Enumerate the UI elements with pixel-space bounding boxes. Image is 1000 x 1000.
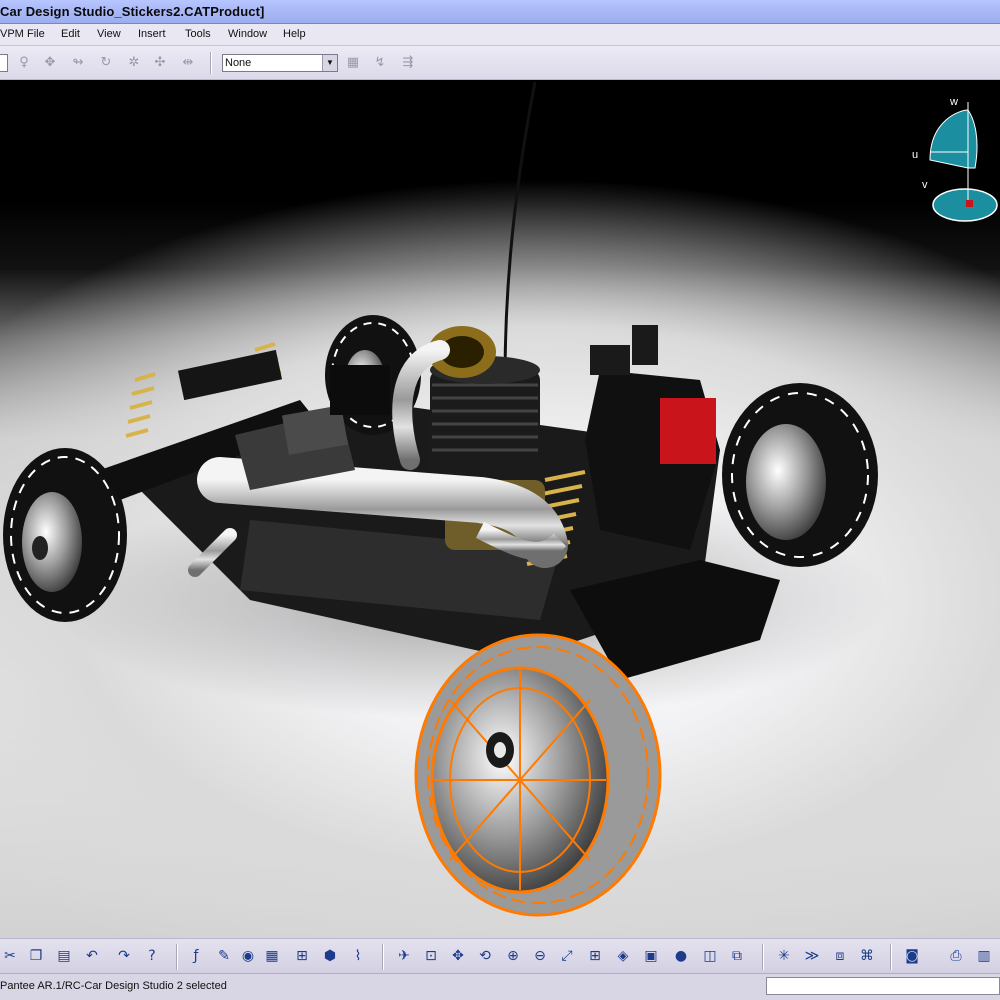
front-right-wheel — [722, 383, 878, 567]
menu-vpm[interactable]: VPM — [0, 28, 24, 40]
compass-handle[interactable] — [966, 200, 973, 207]
compass-v-label: v — [922, 179, 928, 191]
menu-edit[interactable]: Edit — [61, 28, 80, 40]
left-combo-stub[interactable] — [0, 54, 8, 72]
material-icon[interactable]: ● — [671, 946, 691, 966]
filter-combo[interactable]: None ▼ — [222, 54, 338, 72]
window-title: Car Design Studio_Stickers2.CATProduct] — [0, 4, 265, 19]
filter-icon[interactable]: ⇶ — [398, 55, 418, 71]
catalog-icon[interactable]: ⬢ — [320, 946, 340, 966]
fit-all-icon[interactable]: ⊡ — [421, 946, 441, 966]
antenna — [503, 81, 537, 381]
compass-u-label: u — [912, 149, 918, 161]
table-icon[interactable]: ▦ — [262, 946, 282, 966]
assemble-icon[interactable]: ⇹ — [178, 55, 198, 71]
measure-icon[interactable]: ✳ — [774, 946, 794, 966]
pan-icon[interactable]: ✥ — [448, 946, 468, 966]
compass-widget[interactable]: w u v — [912, 96, 998, 222]
formula-icon[interactable]: ƒ — [186, 946, 206, 966]
compass-base — [932, 188, 998, 222]
copy-icon[interactable]: ❐ — [26, 946, 46, 966]
rear-shock-tower — [177, 349, 283, 401]
zoom-in-icon[interactable]: ⊕ — [503, 946, 523, 966]
print-icon[interactable]: ⎙ — [946, 946, 966, 966]
hide-show-icon[interactable]: ◫ — [700, 946, 720, 966]
toolbar-separator — [890, 944, 892, 970]
multi-view-icon[interactable]: ⊞ — [585, 946, 605, 966]
toolbar-separator — [210, 52, 212, 74]
macro-icon[interactable]: ◉ — [238, 946, 258, 966]
notebook-icon[interactable]: ▥ — [974, 946, 994, 966]
status-text: Pantee AR.1/RC-Car Design Studio 2 selec… — [0, 980, 227, 992]
snap-icon[interactable]: ✥ — [40, 55, 60, 71]
paste-icon[interactable]: ▤ — [54, 946, 74, 966]
toolbar-separator — [176, 944, 178, 970]
whats-this-icon[interactable]: ? — [142, 946, 162, 966]
menu-insert[interactable]: Insert — [138, 28, 166, 40]
menu-bar: VPM File Edit View Insert Tools Window H… — [0, 24, 1000, 46]
swap-space-icon[interactable]: ⧉ — [727, 946, 747, 966]
chevron-down-icon[interactable]: ▼ — [322, 55, 337, 71]
filter-combo-value: None — [225, 57, 252, 69]
normal-view-icon[interactable]: ⤢ — [557, 946, 577, 966]
iso-view-icon[interactable]: ◈ — [613, 946, 633, 966]
pointer-icon[interactable]: ♀ — [14, 55, 34, 71]
battery-box — [330, 365, 390, 415]
menu-window[interactable]: Window — [228, 28, 267, 40]
bottom-toolbar: ✂ ❐ ▤ ↶ ↷ ? ƒ ✎ ◉ ▦ ⊞ ⬢ ⌇ ✈ ⊡ ✥ ⟲ ⊕ ⊖ ⤢ … — [0, 938, 1000, 974]
3d-viewport[interactable]: w u v — [0, 80, 1000, 938]
top-toolbar: ♀ ✥ ↬ ↻ ✲ ✣ ⇹ ▦ ↯ ⇶ — [0, 46, 1000, 80]
zoom-out-icon[interactable]: ⊖ — [530, 946, 550, 966]
manipulate-icon[interactable]: ✣ — [150, 55, 170, 71]
annotation-icon[interactable]: ⌘ — [857, 946, 877, 966]
toolbar-separator — [382, 944, 384, 970]
fly-icon[interactable]: ✈ — [394, 946, 414, 966]
clash-icon[interactable]: ▦ — [343, 55, 363, 71]
annotation-icon[interactable]: ↯ — [370, 55, 390, 71]
rotate-view-icon[interactable]: ⟲ — [475, 946, 495, 966]
graph-icon[interactable]: ⊞ — [292, 946, 312, 966]
menu-tools[interactable]: Tools — [185, 28, 211, 40]
camera-icon[interactable]: ◙ — [902, 946, 922, 966]
status-bar: Pantee AR.1/RC-Car Design Studio 2 selec… — [0, 974, 1000, 1000]
compass-dome — [929, 109, 969, 169]
rotate-icon[interactable]: ↻ — [96, 55, 116, 71]
comment-icon[interactable]: ✎ — [214, 946, 234, 966]
knowledge-icon[interactable]: ⌇ — [348, 946, 368, 966]
rc-car-model[interactable]: w u v — [0, 80, 1000, 938]
explode-icon[interactable]: ✲ — [124, 55, 144, 71]
menu-view[interactable]: View — [97, 28, 121, 40]
command-input[interactable] — [766, 977, 1000, 995]
undo-icon[interactable]: ↶ — [82, 946, 102, 966]
connect-icon[interactable]: ⧈ — [830, 946, 850, 966]
compass-w-label: w — [949, 96, 958, 108]
title-bar: Car Design Studio_Stickers2.CATProduct] — [0, 0, 1000, 24]
move-icon[interactable]: ↬ — [68, 55, 88, 71]
drive-icon[interactable]: ≫ — [802, 946, 822, 966]
render-style-icon[interactable]: ▣ — [641, 946, 661, 966]
front-left-wheel-selected — [414, 633, 662, 917]
menu-help[interactable]: Help — [283, 28, 306, 40]
menu-file[interactable]: File — [27, 28, 45, 40]
toolbar-separator — [762, 944, 764, 970]
redo-icon[interactable]: ↷ — [114, 946, 134, 966]
cut-icon[interactable]: ✂ — [0, 946, 20, 966]
